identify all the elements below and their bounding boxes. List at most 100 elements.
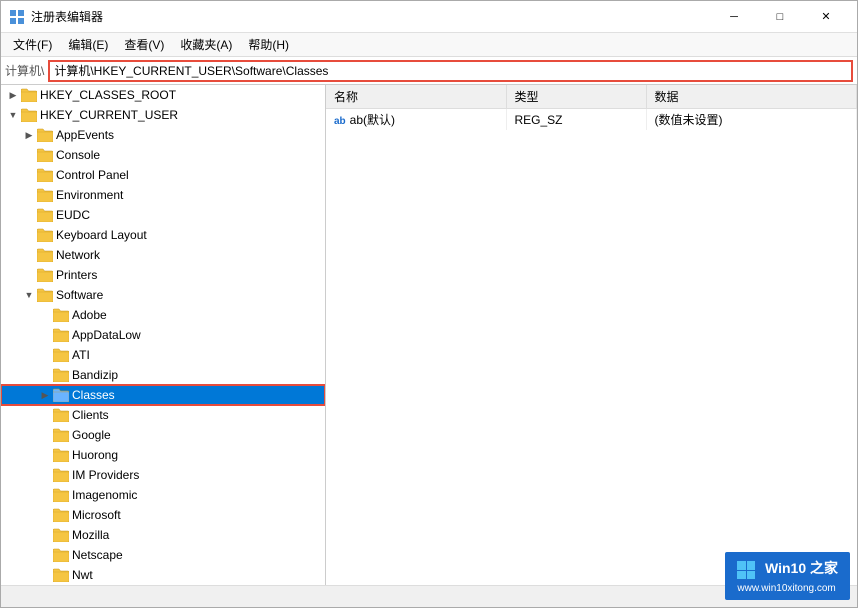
expand-btn-improviders[interactable] bbox=[37, 467, 53, 483]
tree-label-console: Console bbox=[56, 148, 100, 162]
tree-label-eudc: EUDC bbox=[56, 208, 90, 222]
close-button[interactable]: ✕ bbox=[803, 1, 849, 33]
tree-label-improviders: IM Providers bbox=[72, 468, 139, 482]
tree-item-ati[interactable]: ATI bbox=[1, 345, 325, 365]
addressbar-label: 计算机\ bbox=[5, 62, 44, 79]
tree-label-bandizip: Bandizip bbox=[72, 368, 118, 382]
expand-btn-appdatalow[interactable] bbox=[37, 327, 53, 343]
tree-item-mozilla[interactable]: Mozilla bbox=[1, 525, 325, 545]
expand-btn-google[interactable] bbox=[37, 427, 53, 443]
folder-icon-hkcu bbox=[21, 108, 37, 122]
tree-item-environment[interactable]: Environment bbox=[1, 185, 325, 205]
tree-panel: ▶ HKEY_CLASSES_ROOT▼ HKEY_CURRENT_USER▶ … bbox=[1, 85, 326, 585]
tree-item-hkcu[interactable]: ▼ HKEY_CURRENT_USER bbox=[1, 105, 325, 125]
menu-favorites[interactable]: 收藏夹(A) bbox=[172, 34, 240, 55]
tree-item-network[interactable]: Network bbox=[1, 245, 325, 265]
tree-item-appevents[interactable]: ▶ AppEvents bbox=[1, 125, 325, 145]
tree-item-clients[interactable]: Clients bbox=[1, 405, 325, 425]
tree-item-netscape[interactable]: Netscape bbox=[1, 545, 325, 565]
detail-panel: 名称 类型 数据 abab(默认)REG_SZ(数值未设置) bbox=[326, 85, 857, 585]
tree-label-hkcr: HKEY_CLASSES_ROOT bbox=[40, 88, 176, 102]
expand-btn-adobe[interactable] bbox=[37, 307, 53, 323]
expand-btn-hkcu[interactable]: ▼ bbox=[5, 107, 21, 123]
expand-btn-clients[interactable] bbox=[37, 407, 53, 423]
expand-btn-huorong[interactable] bbox=[37, 447, 53, 463]
folder-icon-printers bbox=[37, 268, 53, 282]
expand-btn-printers[interactable] bbox=[21, 267, 37, 283]
tree-item-printers[interactable]: Printers bbox=[1, 265, 325, 285]
tree-label-ati: ATI bbox=[72, 348, 90, 362]
tree-item-appdatalow[interactable]: AppDataLow bbox=[1, 325, 325, 345]
col-type[interactable]: 类型 bbox=[506, 85, 646, 109]
col-data[interactable]: 数据 bbox=[646, 85, 857, 109]
detail-cell-data: (数值未设置) bbox=[646, 109, 857, 131]
expand-btn-controlpanel[interactable] bbox=[21, 167, 37, 183]
tree-item-classes[interactable]: ▶ Classes bbox=[1, 385, 325, 405]
tree-item-eudc[interactable]: EUDC bbox=[1, 205, 325, 225]
tree-label-environment: Environment bbox=[56, 188, 123, 202]
tree-item-software[interactable]: ▼ Software bbox=[1, 285, 325, 305]
expand-btn-classes[interactable]: ▶ bbox=[37, 387, 53, 403]
tree-item-imagenomic[interactable]: Imagenomic bbox=[1, 485, 325, 505]
tree-label-nwt: Nwt bbox=[72, 568, 93, 582]
expand-btn-network[interactable] bbox=[21, 247, 37, 263]
folder-icon-ati bbox=[53, 348, 69, 362]
tree-label-hkcu: HKEY_CURRENT_USER bbox=[40, 108, 178, 122]
expand-btn-hkcr[interactable]: ▶ bbox=[5, 87, 21, 103]
col-name[interactable]: 名称 bbox=[326, 85, 506, 109]
minimize-button[interactable]: ─ bbox=[711, 1, 757, 33]
folder-icon-network bbox=[37, 248, 53, 262]
folder-icon-classes bbox=[53, 388, 69, 402]
folder-icon-huorong bbox=[53, 448, 69, 462]
tree-label-controlpanel: Control Panel bbox=[56, 168, 129, 182]
tree-item-adobe[interactable]: Adobe bbox=[1, 305, 325, 325]
statusbar bbox=[1, 585, 857, 607]
detail-cell-name: abab(默认) bbox=[326, 109, 506, 131]
folder-icon-bandizip bbox=[53, 368, 69, 382]
folder-icon-mozilla bbox=[53, 528, 69, 542]
tree-label-classes: Classes bbox=[72, 388, 115, 402]
folder-icon-environment bbox=[37, 188, 53, 202]
detail-table: 名称 类型 数据 abab(默认)REG_SZ(数值未设置) bbox=[326, 85, 857, 130]
detail-row[interactable]: abab(默认)REG_SZ(数值未设置) bbox=[326, 109, 857, 131]
folder-icon-software bbox=[37, 288, 53, 302]
expand-btn-nwt[interactable] bbox=[37, 567, 53, 583]
tree-item-hkcr[interactable]: ▶ HKEY_CLASSES_ROOT bbox=[1, 85, 325, 105]
tree-item-bandizip[interactable]: Bandizip bbox=[1, 365, 325, 385]
tree-label-network: Network bbox=[56, 248, 100, 262]
tree-item-console[interactable]: Console bbox=[1, 145, 325, 165]
menubar: 文件(F) 编辑(E) 查看(V) 收藏夹(A) 帮助(H) bbox=[1, 33, 857, 57]
folder-icon-improviders bbox=[53, 468, 69, 482]
tree-item-nwt[interactable]: Nwt bbox=[1, 565, 325, 585]
expand-btn-appevents[interactable]: ▶ bbox=[21, 127, 37, 143]
maximize-button[interactable]: □ bbox=[757, 1, 803, 33]
window-controls: ─ □ ✕ bbox=[711, 1, 849, 33]
expand-btn-console[interactable] bbox=[21, 147, 37, 163]
tree-label-appdatalow: AppDataLow bbox=[72, 328, 141, 342]
menu-help[interactable]: 帮助(H) bbox=[240, 34, 297, 55]
folder-icon-microsoft bbox=[53, 508, 69, 522]
menu-file[interactable]: 文件(F) bbox=[5, 34, 60, 55]
tree-item-controlpanel[interactable]: Control Panel bbox=[1, 165, 325, 185]
expand-btn-mozilla[interactable] bbox=[37, 527, 53, 543]
tree-item-huorong[interactable]: Huorong bbox=[1, 445, 325, 465]
expand-btn-ati[interactable] bbox=[37, 347, 53, 363]
expand-btn-eudc[interactable] bbox=[21, 207, 37, 223]
addressbar-input[interactable] bbox=[48, 60, 853, 82]
expand-btn-software[interactable]: ▼ bbox=[21, 287, 37, 303]
folder-icon-google bbox=[53, 428, 69, 442]
expand-btn-netscape[interactable] bbox=[37, 547, 53, 563]
menu-edit[interactable]: 编辑(E) bbox=[60, 34, 116, 55]
tree-item-google[interactable]: Google bbox=[1, 425, 325, 445]
tree-item-microsoft[interactable]: Microsoft bbox=[1, 505, 325, 525]
folder-icon-netscape bbox=[53, 548, 69, 562]
expand-btn-keyboardlayout[interactable] bbox=[21, 227, 37, 243]
expand-btn-bandizip[interactable] bbox=[37, 367, 53, 383]
menu-view[interactable]: 查看(V) bbox=[116, 34, 172, 55]
main-content: ▶ HKEY_CLASSES_ROOT▼ HKEY_CURRENT_USER▶ … bbox=[1, 85, 857, 585]
tree-item-keyboardlayout[interactable]: Keyboard Layout bbox=[1, 225, 325, 245]
expand-btn-environment[interactable] bbox=[21, 187, 37, 203]
expand-btn-microsoft[interactable] bbox=[37, 507, 53, 523]
expand-btn-imagenomic[interactable] bbox=[37, 487, 53, 503]
tree-item-improviders[interactable]: IM Providers bbox=[1, 465, 325, 485]
